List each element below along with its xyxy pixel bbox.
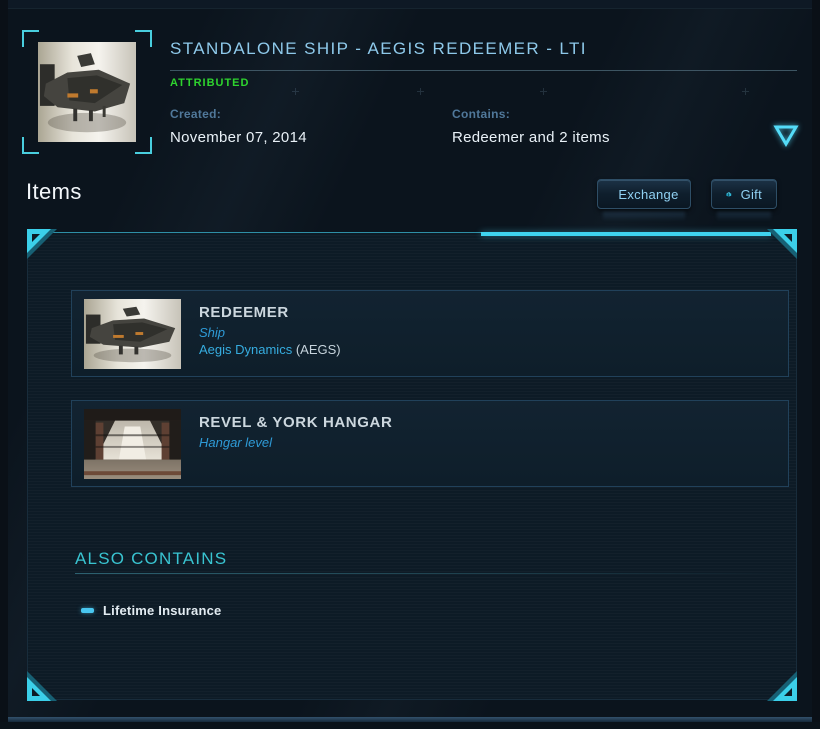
decor-plus-icon [742, 88, 749, 95]
item-manufacturer: Aegis Dynamics (AEGS) [199, 342, 341, 357]
gift-button[interactable]: Gift [711, 179, 777, 209]
also-contains-entry: Lifetime Insurance [103, 603, 221, 618]
attributed-badge: ATTRIBUTED [170, 77, 249, 89]
item-type: Hangar level [199, 435, 392, 450]
left-frame-edge [0, 0, 8, 729]
page-title: STANDALONE SHIP - AEGIS REDEEMER - LTI [170, 39, 587, 59]
item-thumbnail-hangar [84, 409, 181, 479]
corner-accent-top-left [27, 229, 57, 259]
top-frame-strip [0, 0, 820, 9]
item-name: REVEL & YORK HANGAR [199, 414, 392, 431]
item-row-redeemer[interactable]: REDEEMER Ship Aegis Dynamics (AEGS) [71, 290, 789, 377]
items-section-heading: Items [26, 179, 82, 205]
corner-accent-top-right [767, 229, 797, 259]
also-contains-divider [75, 573, 788, 574]
corner-accent-bottom-left [27, 671, 57, 701]
also-contains-heading: ALSO CONTAINS [75, 549, 227, 569]
decor-plus-icon [417, 88, 424, 95]
manufacturer-name: Aegis Dynamics [199, 342, 292, 357]
gift-button-label: Gift [741, 187, 762, 202]
item-name: REDEEMER [199, 304, 341, 321]
created-value: November 07, 2014 [170, 129, 307, 146]
panel-top-accent [481, 232, 771, 236]
thumb-bracket-icon [135, 137, 152, 154]
pledge-thumbnail-image [38, 42, 136, 142]
contains-label: Contains: [452, 107, 610, 121]
contains-meta: Contains: Redeemer and 2 items [452, 107, 610, 146]
exchange-button[interactable]: Exchange [597, 179, 691, 209]
item-thumbnail-ship [84, 299, 181, 369]
exchange-button-label: Exchange [618, 187, 678, 202]
pledge-detail-page: STANDALONE SHIP - AEGIS REDEEMER - LTI A… [0, 0, 820, 729]
title-divider [170, 70, 797, 71]
corner-accent-bottom-right [767, 671, 797, 701]
manufacturer-code: (AEGS) [296, 342, 341, 357]
bullet-dash-icon [81, 608, 94, 613]
thumb-bracket-icon [135, 30, 152, 47]
right-frame-edge [812, 0, 820, 729]
item-info: REVEL & YORK HANGAR Hangar level [199, 409, 392, 478]
gift-icon [726, 186, 732, 202]
thumb-bracket-icon [22, 30, 39, 47]
footer-strip [0, 722, 820, 729]
collapse-arrow-icon[interactable] [771, 121, 801, 151]
pledge-thumbnail-frame [22, 30, 152, 154]
item-row-hangar[interactable]: REVEL & YORK HANGAR Hangar level [71, 400, 789, 487]
contains-value: Redeemer and 2 items [452, 129, 610, 146]
thumb-bracket-icon [22, 137, 39, 154]
decor-plus-icon [292, 88, 299, 95]
created-meta: Created: November 07, 2014 [170, 107, 307, 146]
item-info: REDEEMER Ship Aegis Dynamics (AEGS) [199, 299, 341, 368]
created-label: Created: [170, 107, 307, 121]
decor-plus-icon [540, 88, 547, 95]
item-type: Ship [199, 325, 341, 340]
